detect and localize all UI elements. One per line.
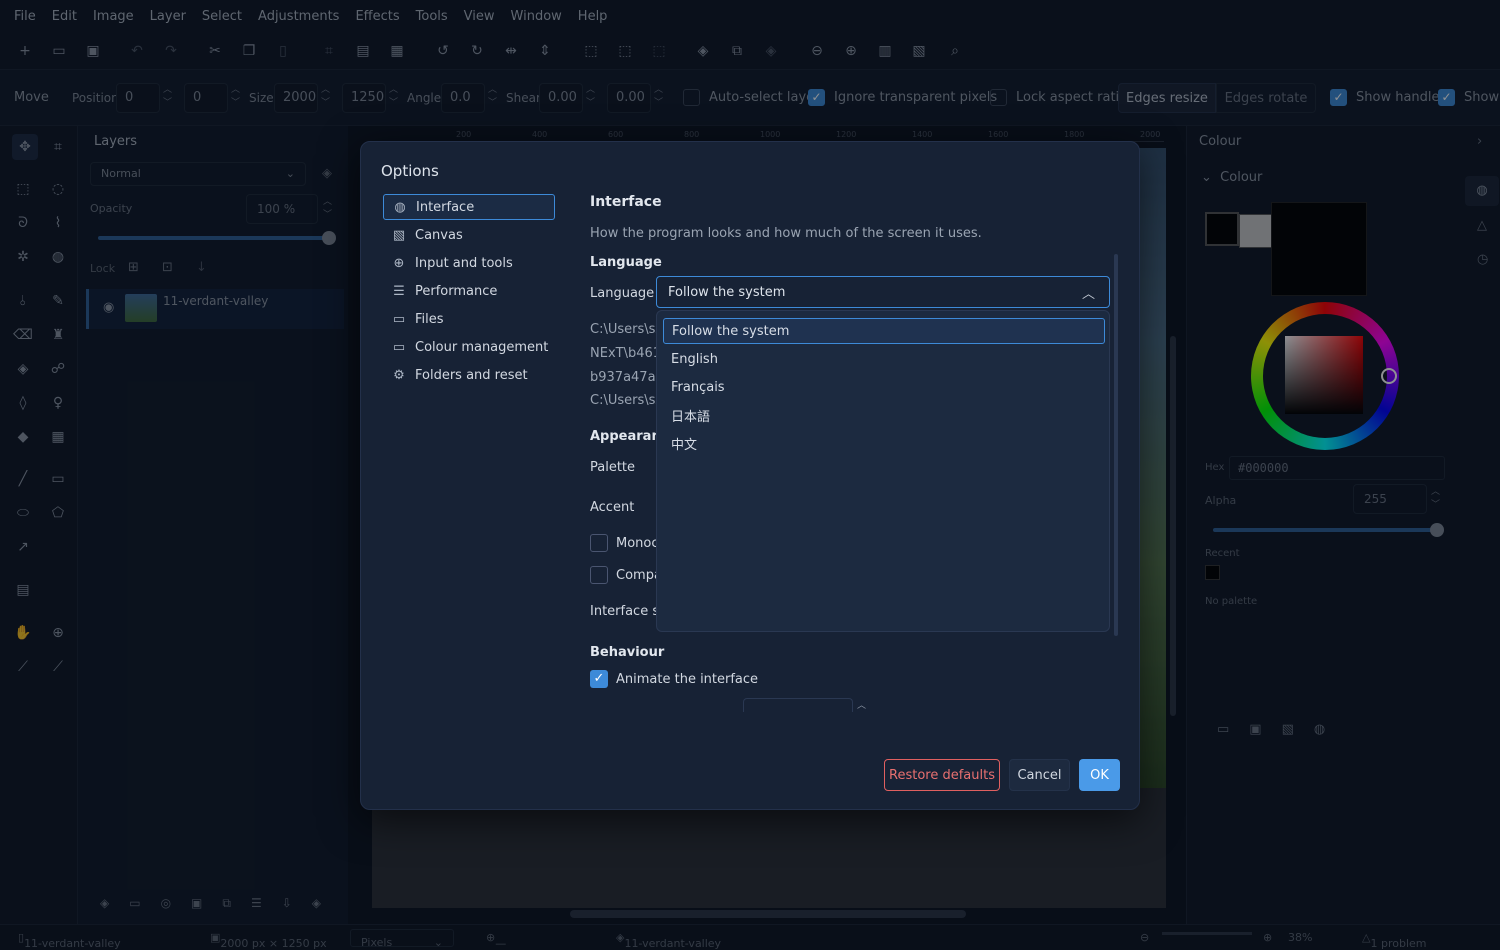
language-section-title: Language: [590, 255, 662, 270]
palette-label: Palette: [590, 460, 636, 475]
nav-interface[interactable]: ◍ Interface: [383, 194, 555, 220]
language-option[interactable]: Français: [663, 374, 1105, 400]
nav-folders-reset-label: Folders and reset: [415, 367, 528, 383]
nav-files[interactable]: ▭ Files: [383, 306, 555, 332]
language-dropdown-list: Follow the system English Français 日本語 中…: [656, 310, 1110, 632]
image-icon: ▧: [392, 227, 406, 243]
cancel-button[interactable]: Cancel: [1009, 759, 1070, 791]
nav-performance[interactable]: ☰ Performance: [383, 278, 555, 304]
dialog-scrollbar[interactable]: [1114, 254, 1118, 636]
path-line: C:\Users\szi: [590, 322, 666, 337]
monochrome-checkbox[interactable]: [590, 534, 608, 552]
behaviour-section-title: Behaviour: [590, 645, 665, 660]
ok-button[interactable]: OK: [1079, 759, 1120, 791]
nav-colour-management[interactable]: ▭ Colour management: [383, 334, 555, 360]
language-option[interactable]: 中文: [663, 430, 1105, 456]
animate-checkbox[interactable]: ✓: [590, 670, 608, 688]
tooltip-delay-stepper[interactable]: ︿: [857, 698, 866, 711]
nav-performance-label: Performance: [415, 283, 498, 299]
gear-icon: ⚙: [393, 367, 405, 383]
sliders-icon: ☰: [393, 283, 405, 299]
monitor-icon: ▭: [392, 339, 406, 355]
nav-input-tools[interactable]: ⊕ Input and tools: [383, 250, 555, 276]
path-line: NExT\b461f: [590, 346, 666, 361]
nav-canvas-label: Canvas: [415, 227, 463, 243]
section-description: How the program looks and how much of th…: [590, 226, 982, 241]
nav-colour-management-label: Colour management: [415, 339, 549, 355]
nav-canvas[interactable]: ▧ Canvas: [383, 222, 555, 248]
nav-interface-label: Interface: [416, 199, 475, 215]
accent-label: Accent: [590, 500, 635, 515]
folder-icon: ▭: [392, 311, 406, 327]
monochrome-label: Monoc: [616, 536, 659, 551]
nav-input-tools-label: Input and tools: [415, 255, 513, 271]
animate-label: Animate the interface: [616, 672, 759, 687]
nav-files-label: Files: [415, 311, 444, 327]
language-label: Language: [590, 286, 655, 301]
chevron-up-icon: ︿: [1081, 287, 1095, 302]
nav-folders-reset[interactable]: ⚙ Folders and reset: [383, 362, 555, 388]
language-select-value: Follow the system: [668, 285, 786, 300]
compact-checkbox[interactable]: [590, 566, 608, 584]
language-select[interactable]: Follow the system ︿: [656, 276, 1110, 308]
path-line: C:\Users\szi: [590, 393, 666, 408]
palette-icon: ◍: [394, 199, 406, 215]
tooltip-delay-input[interactable]: [743, 698, 853, 712]
restore-defaults-button[interactable]: Restore defaults: [884, 759, 1000, 791]
section-heading: Interface: [590, 194, 662, 210]
language-option[interactable]: Follow the system: [663, 318, 1105, 344]
language-option[interactable]: 日本語: [663, 402, 1105, 428]
language-option[interactable]: English: [663, 346, 1105, 372]
crosshair-icon: ⊕: [393, 255, 405, 271]
dialog-title: Options: [381, 162, 439, 180]
